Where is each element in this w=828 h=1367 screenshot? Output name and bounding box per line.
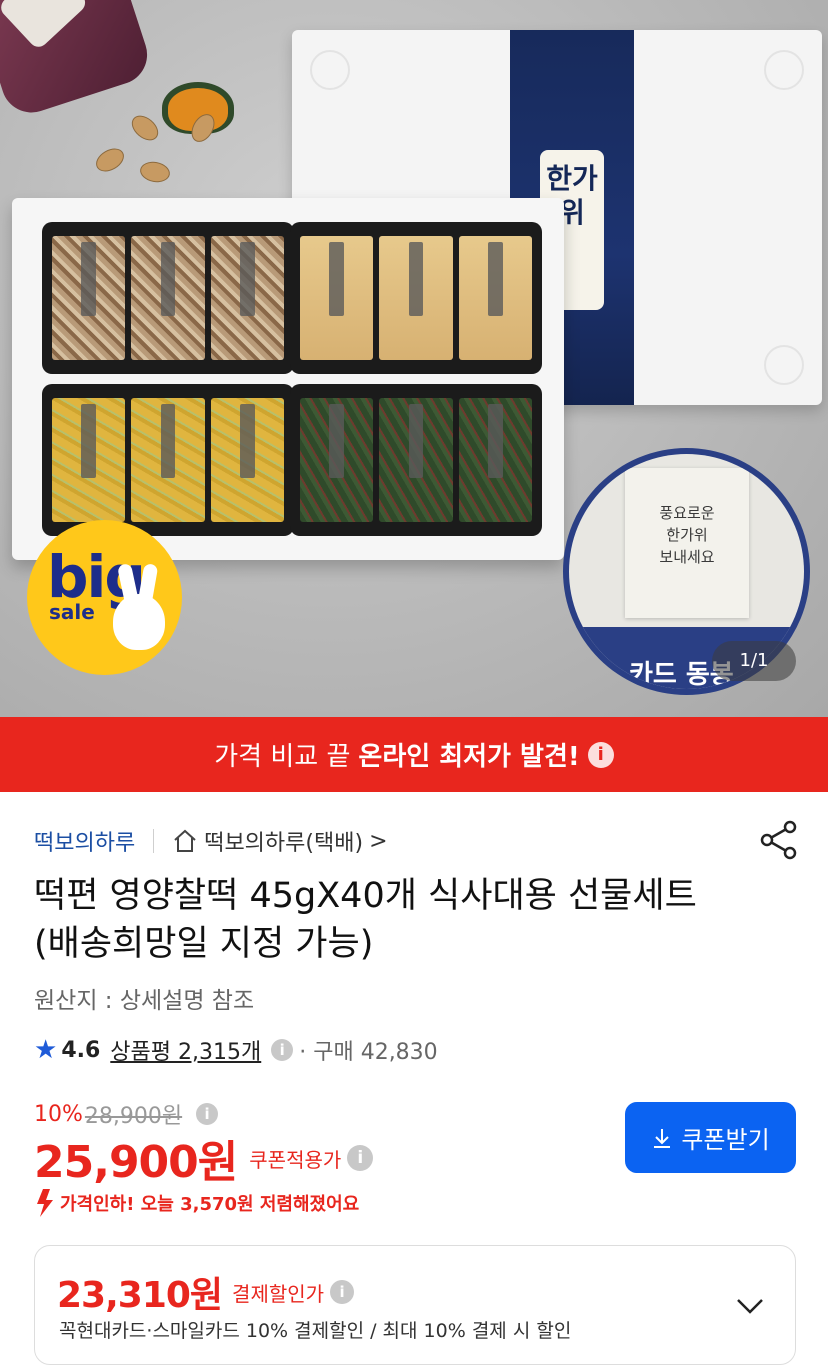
rice-cake-pack — [131, 236, 205, 360]
lowest-price-banner[interactable]: 가격 비교 끝 온라인 최저가 발견! i — [0, 717, 828, 792]
big-sale-badge: big sale — [27, 520, 182, 675]
image-counter: 1/1 — [712, 641, 796, 681]
rice-cake-pack — [379, 398, 453, 522]
box-corner — [764, 50, 804, 90]
card-price-row: 23,310원 결제할인가 i — [57, 1266, 360, 1318]
tray-compartment-mugwort — [290, 384, 542, 536]
store-row: 떡보의하루 떡보의하루(택배) > — [34, 824, 388, 858]
card-line: 한가위 — [666, 526, 708, 544]
bojagi-bundle-decoration — [0, 0, 155, 121]
download-icon — [654, 1128, 671, 1148]
card-line: 보내세요 — [659, 548, 715, 566]
rice-cake-pack — [52, 236, 126, 360]
rabbit-icon — [113, 594, 165, 650]
shop-name: 떡보의하루(택배) — [204, 831, 364, 856]
bundle-knot — [0, 0, 90, 51]
coupon-price-tag: 쿠폰적용가 — [249, 1147, 342, 1172]
box-corner — [764, 345, 804, 385]
get-coupon-button[interactable]: 쿠폰받기 — [625, 1102, 796, 1173]
reviews-link[interactable]: 상품평 2,315개 — [110, 1034, 261, 1066]
tray-compartment-pumpkin — [42, 384, 294, 536]
product-image[interactable]: 한가위 풍요로운 한가위 보내세요 카드 동봉 1/1 big sale — [0, 0, 828, 717]
card-discount-tag: 결제할인가 — [232, 1281, 325, 1306]
badge-sale-text: sale — [49, 600, 95, 624]
rice-cake-pack — [379, 236, 453, 360]
peanut-decoration — [138, 159, 172, 185]
card-discount-desc: 꼭현대카드·스마일카드 10% 결제할인 / 최대 10% 결제 시 할인 — [59, 1320, 572, 1342]
info-icon[interactable]: i — [587, 741, 614, 768]
rating-score: 4.6 — [61, 1037, 101, 1063]
card-discount-box[interactable]: 23,310원 결제할인가 i 꼭현대카드·스마일카드 10% 결제할인 / 최… — [34, 1245, 796, 1365]
shop-link[interactable]: 떡보의하루(택배) > — [172, 825, 388, 857]
coupon-button-label: 쿠폰받기 — [681, 1127, 770, 1154]
divider — [153, 829, 155, 853]
coupon-price: 25,900원 — [34, 1137, 238, 1188]
promo-text: 가격 비교 끝 — [214, 742, 351, 772]
promo-strong-text: 온라인 최저가 발견! — [358, 742, 580, 772]
tray-compartment-soybean — [290, 222, 542, 374]
tray-compartment-grain — [42, 222, 294, 374]
rating-row: ★ 4.6 상품평 2,315개 i · 구매 42,830 — [34, 1034, 438, 1066]
peanut-decoration — [127, 110, 163, 146]
rice-cake-pack — [210, 236, 284, 360]
info-icon[interactable]: i — [330, 1280, 355, 1304]
info-icon[interactable]: i — [196, 1103, 219, 1125]
card-discount-price: 23,310원 — [57, 1275, 223, 1316]
price-main-row: 25,900원 쿠폰적용가 i — [34, 1126, 379, 1190]
peanut-decoration — [92, 143, 128, 177]
rice-cake-pack — [300, 398, 374, 522]
brand-link[interactable]: 떡보의하루 — [34, 825, 135, 857]
lightning-arrow-icon — [37, 1189, 53, 1217]
purchase-count: · 구매 42,830 — [299, 1040, 438, 1065]
box-corner — [310, 50, 350, 90]
origin-info: 원산지 : 상세설명 참조 — [34, 988, 255, 1014]
chevron-right-icon: > — [369, 828, 388, 854]
star-icon: ★ — [34, 1035, 58, 1065]
card-line: 풍요로운 — [659, 504, 715, 522]
info-icon[interactable]: i — [347, 1145, 374, 1171]
price-drop-note: 가격인하! 오늘 3,570원 저렴해졌어요 — [34, 1188, 359, 1218]
info-icon[interactable]: i — [271, 1039, 294, 1061]
chevron-down-icon[interactable] — [735, 1290, 765, 1320]
rice-cake-pack — [52, 398, 126, 522]
greeting-card: 풍요로운 한가위 보내세요 — [625, 468, 749, 618]
home-icon — [174, 829, 196, 852]
rice-cake-pack — [300, 236, 374, 360]
rice-cake-pack — [210, 398, 284, 522]
product-title: 떡편 영양찰떡 45gX40개 식사대용 선물세트 (배송희망일 지정 가능) — [34, 876, 697, 964]
rice-cake-tray — [12, 198, 564, 560]
share-icon[interactable] — [760, 820, 798, 860]
price-drop-text: 가격인하! 오늘 3,570원 저렴해졌어요 — [60, 1194, 360, 1215]
rice-cake-pack — [458, 398, 532, 522]
discount-rate: 10% — [34, 1101, 83, 1127]
rice-cake-pack — [131, 398, 205, 522]
rice-cake-pack — [458, 236, 532, 360]
